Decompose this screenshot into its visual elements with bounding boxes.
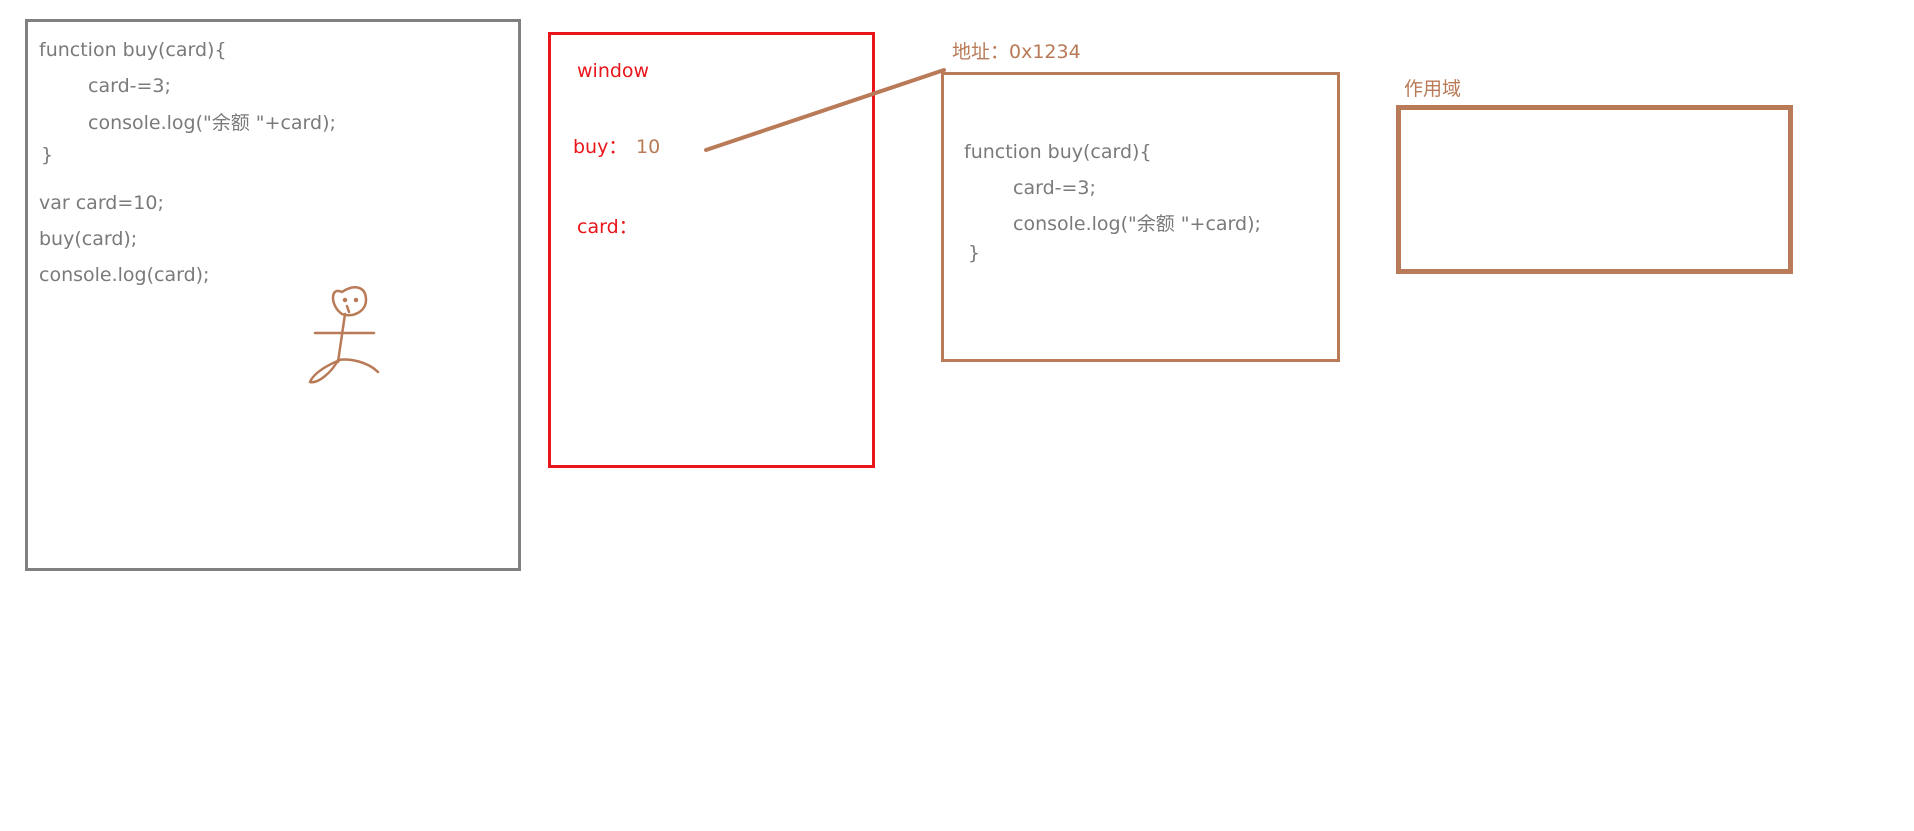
address-label: 地址：0x1234 — [952, 41, 1081, 63]
scope-label: 作用域 — [1404, 78, 1462, 100]
window-title: window — [577, 60, 650, 82]
window-buy-value: 10 — [636, 136, 661, 158]
func-line-3: console.log("余额 "+card); — [1013, 213, 1261, 235]
code-line-7: console.log(card); — [39, 264, 210, 286]
code-line-4: } — [41, 144, 54, 166]
code-line-5: var card=10; — [39, 192, 164, 214]
func-line-2: card-=3; — [1013, 177, 1096, 199]
window-panel — [548, 32, 875, 468]
code-line-3: console.log("余额 "+card); — [88, 112, 336, 134]
func-line-4: } — [968, 242, 981, 264]
window-buy-label: buy： — [573, 136, 628, 158]
scope-panel — [1396, 105, 1793, 274]
code-panel — [25, 19, 521, 571]
func-line-1: function buy(card){ — [964, 141, 1152, 163]
code-line-1: function buy(card){ — [39, 39, 227, 61]
code-line-6: buy(card); — [39, 228, 138, 250]
code-line-2: card-=3; — [88, 75, 171, 97]
window-card-label: card： — [577, 216, 638, 238]
